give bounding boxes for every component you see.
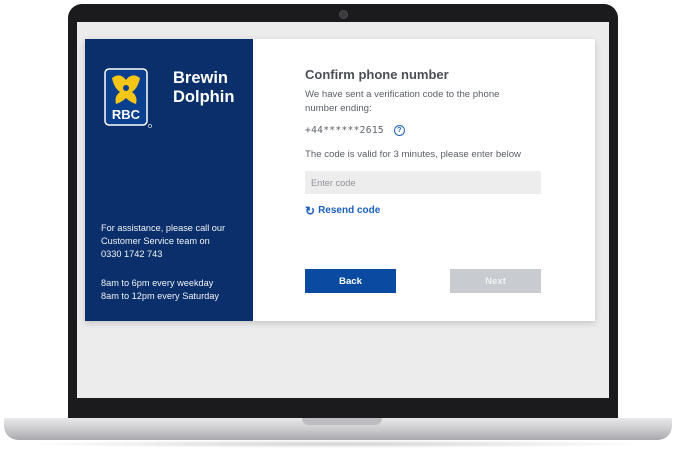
code-input[interactable]	[305, 171, 541, 194]
brand-name-line1: Brewin	[173, 69, 229, 87]
brand-name-line2: Dolphin	[173, 88, 235, 106]
form-title: Confirm phone number	[305, 67, 449, 82]
hours-saturday: 8am to 12pm every Saturday	[101, 291, 219, 301]
masked-number-row: +44******2615 ?	[305, 125, 595, 136]
masked-number: +44******2615	[305, 125, 384, 136]
assistance-phone: 0330 1742 743	[101, 249, 163, 259]
laptop-notch	[302, 418, 382, 425]
laptop-shadow	[20, 440, 656, 448]
resend-code-label: Resend code	[318, 205, 381, 216]
assistance-text: For assistance, please call our Customer…	[101, 222, 251, 261]
back-button[interactable]: Back	[305, 269, 396, 293]
hours-weekday: 8am to 6pm every weekday	[101, 278, 214, 288]
question-circle-icon[interactable]: ?	[394, 125, 405, 136]
camera-dot	[339, 10, 348, 19]
laptop-base	[4, 418, 672, 440]
laptop-bezel: RBC Brewin Dolphin For assistance, pleas…	[68, 4, 618, 418]
laptop-screen: RBC Brewin Dolphin For assistance, pleas…	[77, 22, 609, 398]
validity-text: The code is valid for 3 minutes, please …	[305, 149, 521, 160]
refresh-icon: ↻	[305, 203, 316, 218]
brand-name: Brewin Dolphin	[173, 69, 234, 107]
rbc-logo: RBC	[104, 68, 152, 128]
assistance-line2: Customer Service team on	[101, 236, 210, 246]
resend-code-link[interactable]: ↻ Resend code	[305, 203, 595, 218]
brand-sidebar: RBC Brewin Dolphin For assistance, pleas…	[85, 39, 253, 321]
form-description: We have sent a verification code to the …	[305, 89, 500, 114]
opening-hours: 8am to 6pm every weekday 8am to 12pm eve…	[101, 277, 251, 303]
form-panel: Confirm phone number We have sent a veri…	[253, 39, 595, 321]
verification-dialog: RBC Brewin Dolphin For assistance, pleas…	[85, 39, 595, 321]
next-button[interactable]: Next	[450, 269, 541, 293]
logo-text: RBC	[112, 107, 141, 122]
assistance-line1: For assistance, please call our	[101, 223, 226, 233]
action-buttons: Back Next	[305, 269, 541, 293]
laptop-mockup: RBC Brewin Dolphin For assistance, pleas…	[0, 0, 673, 453]
